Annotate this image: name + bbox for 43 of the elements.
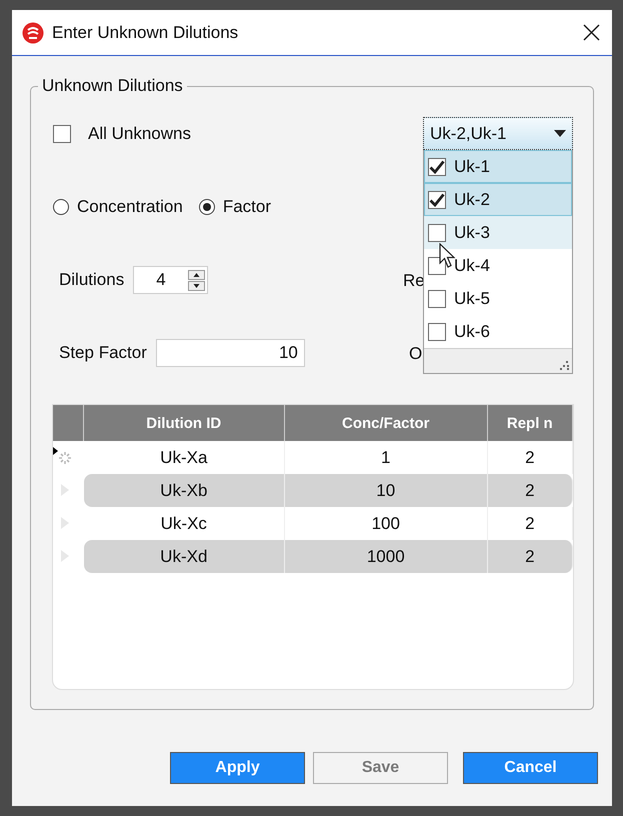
dialog-button[interactable]: Apply (170, 752, 305, 784)
radio-label: Concentration (77, 197, 183, 217)
list-item[interactable]: Uk-6 (424, 315, 572, 348)
input-field[interactable]: 10 (156, 339, 305, 367)
column-header[interactable]: Dilution ID (84, 405, 285, 441)
field-label: Dilutions (59, 270, 124, 290)
table-cell: 2 (488, 540, 573, 573)
app-logo-icon (22, 22, 44, 44)
checkbox[interactable] (53, 125, 71, 143)
radio-label: Factor (222, 197, 272, 217)
table-cell: 2 (488, 474, 573, 507)
checkbox[interactable] (428, 158, 446, 176)
field-label: O (409, 344, 422, 364)
list-item[interactable]: Uk-5 (424, 282, 572, 315)
caret-icon (554, 130, 566, 137)
checkbox[interactable] (428, 224, 446, 242)
checkbox[interactable] (428, 190, 446, 208)
checkbox[interactable] (428, 322, 446, 340)
spin-down-icon[interactable] (188, 280, 206, 290)
table-cell: 10 (284, 474, 488, 507)
mouse-pointer-icon (439, 243, 456, 269)
table-cell: Uk-Xb (84, 474, 285, 507)
close-icon[interactable] (583, 24, 600, 41)
list-item[interactable]: Uk-2 (424, 183, 572, 216)
table-cell: 1000 (284, 540, 488, 573)
list-item[interactable]: Uk-4 (424, 249, 572, 282)
field-label: Step Factor (59, 343, 147, 363)
checkbox[interactable] (428, 290, 446, 308)
resize-grip-icon[interactable] (560, 361, 569, 370)
table-cell: Uk-Xd (84, 540, 285, 573)
spin-up-icon[interactable] (188, 270, 206, 280)
dropdown[interactable]: Uk-2,Uk-1 (423, 117, 573, 150)
spin-field[interactable]: 4 (133, 266, 208, 294)
dialog-button[interactable]: Cancel (463, 752, 598, 784)
list-item[interactable]: Uk-1 (424, 150, 572, 183)
window-title: Enter Unknown Dilutions (52, 22, 240, 42)
radio-button[interactable] (53, 199, 69, 215)
column-header[interactable]: Repl n (488, 405, 573, 441)
checkbox-label: All Unknowns (88, 124, 191, 144)
field-label: Re (403, 271, 425, 291)
radio-button[interactable] (198, 199, 215, 215)
column-header[interactable]: Conc/Factor (284, 405, 488, 441)
checkbox[interactable] (428, 256, 446, 274)
